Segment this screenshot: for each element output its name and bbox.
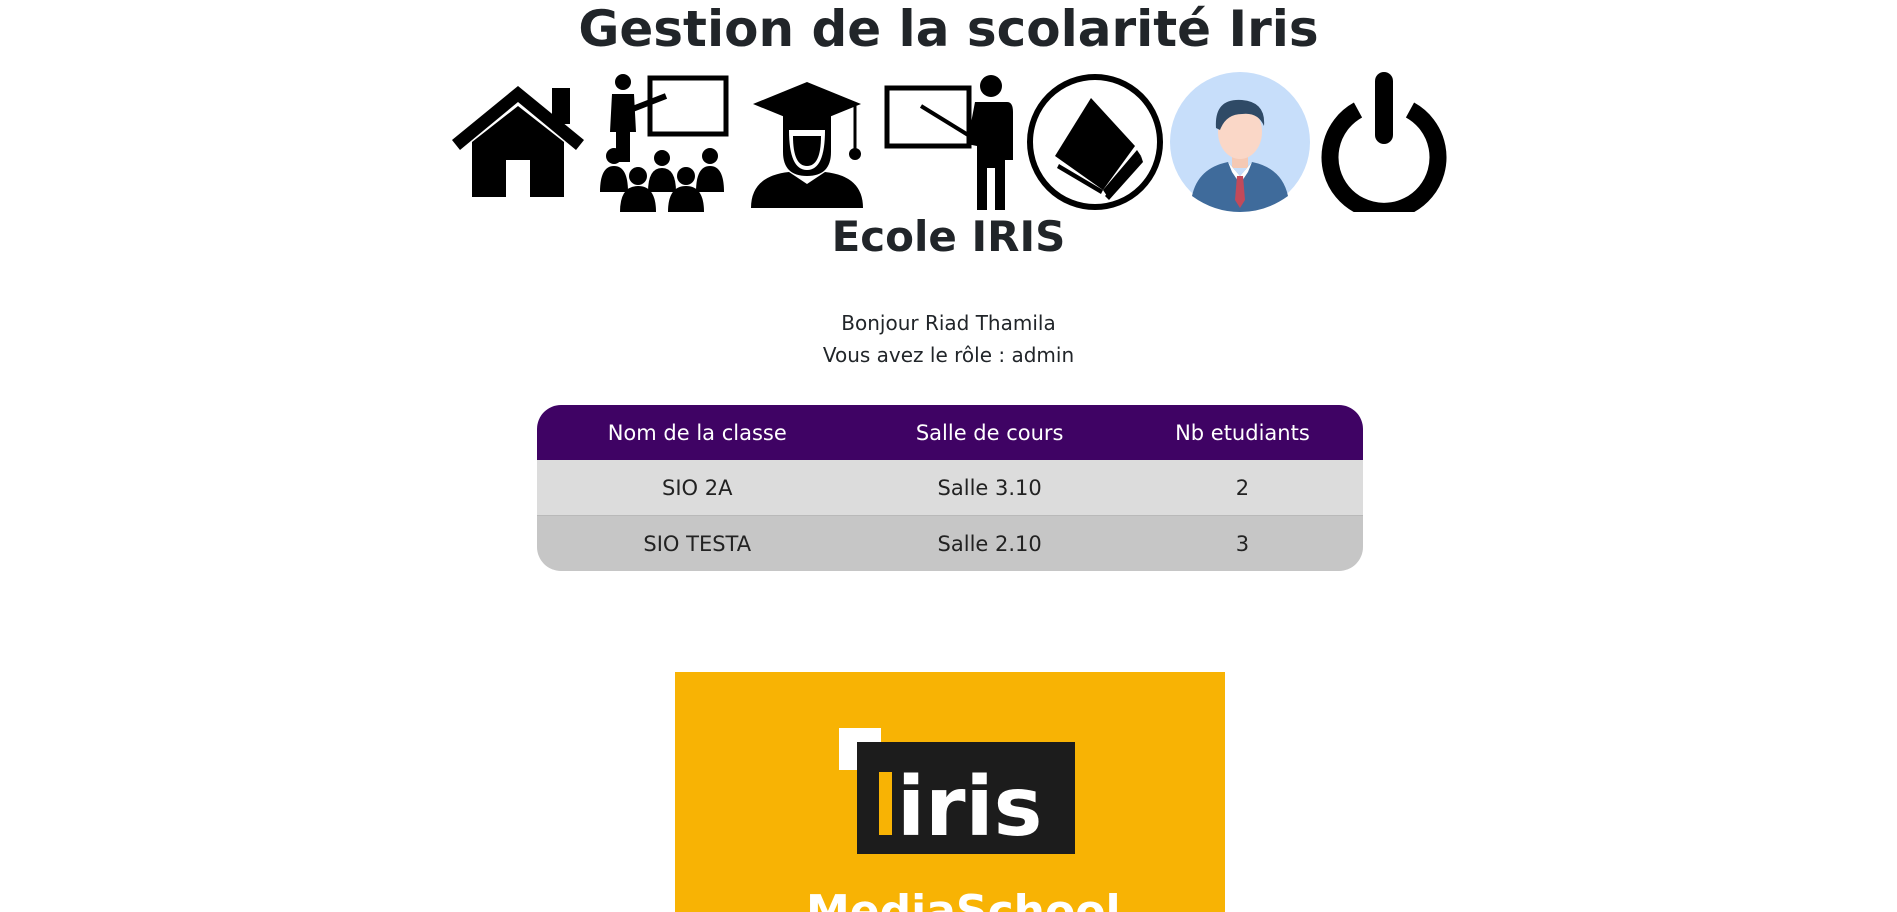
power-logout-icon[interactable] [1314, 72, 1454, 212]
home-icon[interactable] [448, 72, 588, 212]
classroom-teacher-students-icon[interactable] [592, 72, 732, 212]
user-avatar-icon[interactable] [1170, 72, 1310, 212]
room-cell: Salle 2.10 [857, 515, 1122, 571]
student-graduate-icon[interactable] [737, 72, 877, 212]
teacher-board-icon[interactable] [881, 72, 1021, 212]
logo-subtext: MediaSchool [806, 886, 1121, 912]
user-role: Vous avez le rôle : admin [822, 343, 1075, 367]
table-row: SIO TESTA Salle 2.10 3 [537, 515, 1363, 571]
column-header-student-count: Nb etudiants [1121, 405, 1363, 460]
main-nav [0, 0, 1897, 220]
table-row: SIO 2A Salle 3.10 2 [537, 460, 1363, 515]
classes-table: Nom de la classe Salle de cours Nb etudi… [537, 405, 1363, 571]
student-count-cell: 3 [1121, 515, 1363, 571]
book-icon[interactable] [1025, 72, 1165, 212]
table-header-row: Nom de la classe Salle de cours Nb etudi… [537, 405, 1363, 460]
room-cell: Salle 3.10 [857, 460, 1122, 515]
student-count-cell: 2 [1121, 460, 1363, 515]
user-greeting: Bonjour Riad Thamila [841, 311, 1056, 335]
class-name-cell: SIO 2A [537, 460, 858, 515]
column-header-room: Salle de cours [857, 405, 1122, 460]
iris-mediaschool-logo: iris MediaSchool [675, 672, 1225, 912]
class-name-cell: SIO TESTA [537, 515, 858, 571]
logo-text: iris [897, 760, 1042, 855]
column-header-class-name: Nom de la classe [537, 405, 858, 460]
school-name: Ecole IRIS [831, 212, 1066, 261]
